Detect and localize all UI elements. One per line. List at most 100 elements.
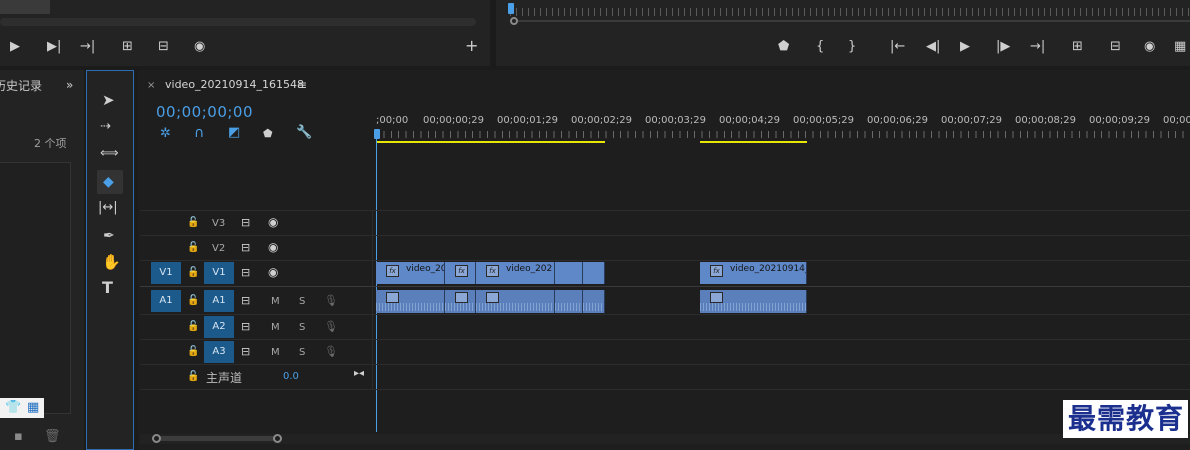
tab-menu-icon[interactable]: ≡ — [297, 78, 307, 92]
snap-icon[interactable]: ∩ — [194, 126, 204, 140]
program-step-forward-icon[interactable]: |▶ — [996, 40, 1010, 54]
step-back-icon[interactable]: ◀| — [926, 40, 940, 54]
source-scrub-bar[interactable] — [0, 18, 476, 26]
export-frame-icon[interactable]: ◉ — [194, 40, 205, 54]
track-target-a2[interactable]: A2 — [204, 316, 234, 338]
eye-icon[interactable]: ◉ — [268, 215, 278, 229]
source-scrub-thumb[interactable] — [0, 0, 50, 14]
audio-clip[interactable] — [700, 290, 807, 313]
lock-icon[interactable]: 🔓 — [187, 241, 199, 255]
program-playhead[interactable] — [508, 3, 514, 14]
lift-icon[interactable]: ⊞ — [1072, 40, 1083, 54]
eye-icon[interactable]: ◉ — [268, 265, 278, 279]
track-target-v1[interactable]: V1 — [204, 262, 234, 284]
audio-clip[interactable] — [583, 290, 605, 313]
video-clip[interactable]: fx — [445, 262, 476, 284]
sequence-tab[interactable]: video_20210914_161548 — [165, 78, 304, 91]
play-icon[interactable]: ▶ — [10, 40, 20, 54]
video-clip[interactable]: fx video_202 — [476, 262, 555, 284]
sync-lock-icon[interactable]: ⊟ — [241, 294, 250, 308]
slip-tool-icon[interactable]: |↔| — [98, 201, 118, 215]
solo-button[interactable]: S — [299, 296, 305, 307]
add-marker-icon[interactable]: ⬟ — [778, 40, 789, 54]
sync-lock-icon[interactable]: ⊟ — [241, 320, 250, 334]
nest-icon[interactable]: ✲ — [160, 127, 171, 141]
audio-clip[interactable] — [476, 290, 555, 313]
program-go-to-out-icon[interactable]: →| — [1030, 40, 1045, 54]
microphone-icon[interactable]: 🎙 — [324, 320, 338, 334]
lock-icon[interactable]: 🔓 — [187, 345, 199, 359]
program-export-frame-icon[interactable]: ◉ — [1144, 40, 1155, 54]
add-button-icon[interactable]: + — [465, 38, 478, 54]
track-target-a1[interactable]: A1 — [204, 290, 234, 312]
program-scroll-track[interactable] — [518, 20, 1190, 22]
new-item-icon[interactable]: ▪ — [14, 430, 23, 444]
audio-clip[interactable] — [376, 290, 445, 313]
mark-out-icon[interactable]: } — [848, 40, 856, 54]
lock-icon[interactable]: 🔓 — [187, 320, 199, 334]
extract-icon[interactable]: ⊟ — [1110, 40, 1121, 54]
close-tab-icon[interactable]: × — [147, 79, 155, 93]
video-clip[interactable] — [583, 262, 605, 284]
lock-icon[interactable]: 🔓 — [187, 294, 199, 308]
program-zoom-handle[interactable] — [510, 17, 518, 25]
go-to-edit-icon[interactable]: ▸◂ — [354, 367, 364, 381]
history-list[interactable] — [0, 162, 71, 414]
selection-tool-icon[interactable]: ➤ — [102, 93, 115, 108]
pen-tool-icon[interactable]: ✒ — [103, 229, 115, 243]
video-clip[interactable] — [555, 262, 583, 284]
track-label-v3[interactable]: V3 — [212, 218, 225, 229]
sync-lock-icon[interactable]: ⊟ — [241, 345, 250, 359]
video-clip[interactable]: fx video_20 — [376, 262, 445, 284]
panel-overflow-icon[interactable]: » — [66, 78, 73, 92]
video-clip[interactable]: fx video_20210914_ — [700, 262, 807, 284]
master-volume-value[interactable]: 0.0 — [283, 371, 299, 382]
solo-button[interactable]: S — [299, 322, 305, 333]
linked-selection-icon[interactable]: ◩ — [228, 126, 240, 140]
history-panel-title[interactable]: 历史记录 — [0, 77, 42, 94]
step-forward-icon[interactable]: ▶| — [47, 40, 61, 54]
timeline-scroll-track[interactable] — [140, 434, 1190, 444]
wrench-icon[interactable]: 🔧 — [296, 126, 312, 140]
hand-tool-icon[interactable]: ✋ — [102, 255, 121, 270]
mute-button[interactable]: M — [271, 296, 280, 307]
track-target-a3[interactable]: A3 — [204, 341, 234, 363]
overwrite-icon[interactable]: ⊟ — [158, 40, 169, 54]
playhead-timecode[interactable]: 00;00;00;00 — [156, 103, 253, 121]
audio-clip[interactable] — [555, 290, 583, 313]
lock-icon[interactable]: 🔓 — [187, 266, 199, 280]
audio-clip[interactable] — [445, 290, 476, 313]
source-patch-v1[interactable]: V1 — [151, 262, 181, 284]
zoom-handle-right[interactable] — [273, 434, 282, 443]
solo-button[interactable]: S — [299, 347, 305, 358]
insert-icon[interactable]: ⊞ — [122, 40, 133, 54]
microphone-icon[interactable]: 🎙 — [324, 345, 338, 359]
track-select-forward-icon[interactable]: ⇢ — [100, 120, 111, 134]
eye-icon[interactable]: ◉ — [268, 240, 278, 254]
go-to-in-icon[interactable]: |← — [890, 40, 905, 54]
comparison-view-icon[interactable]: ▦ — [1174, 40, 1186, 54]
tshirt-icon[interactable]: 👕 — [5, 401, 21, 415]
microphone-icon[interactable]: 🎙 — [324, 294, 338, 308]
mark-in-icon[interactable]: { — [816, 40, 824, 54]
ripple-edit-icon[interactable]: ⟺ — [100, 147, 119, 161]
delete-icon[interactable]: 🗑 — [44, 430, 61, 444]
sync-lock-icon[interactable]: ⊟ — [241, 216, 250, 230]
work-area-bar[interactable] — [700, 141, 807, 143]
mute-button[interactable]: M — [271, 322, 280, 333]
type-tool-icon[interactable]: T — [102, 280, 113, 296]
work-area-bar[interactable] — [376, 141, 605, 143]
lock-icon[interactable]: 🔓 — [187, 370, 199, 384]
playhead-line[interactable] — [376, 138, 377, 432]
program-play-icon[interactable]: ▶ — [960, 40, 970, 54]
timeline-zoom-bar[interactable] — [156, 436, 278, 441]
add-marker-timeline-icon[interactable]: ⬟ — [263, 127, 273, 141]
lock-icon[interactable]: 🔓 — [187, 216, 199, 230]
source-patch-a1[interactable]: A1 — [151, 290, 181, 312]
mute-button[interactable]: M — [271, 347, 280, 358]
zoom-handle-left[interactable] — [152, 434, 161, 443]
razor-tool-icon[interactable]: ◆ — [103, 175, 114, 189]
playhead-handle[interactable] — [374, 129, 380, 139]
grid-icon[interactable]: ▦ — [27, 401, 39, 415]
sync-lock-icon[interactable]: ⊟ — [241, 266, 250, 280]
